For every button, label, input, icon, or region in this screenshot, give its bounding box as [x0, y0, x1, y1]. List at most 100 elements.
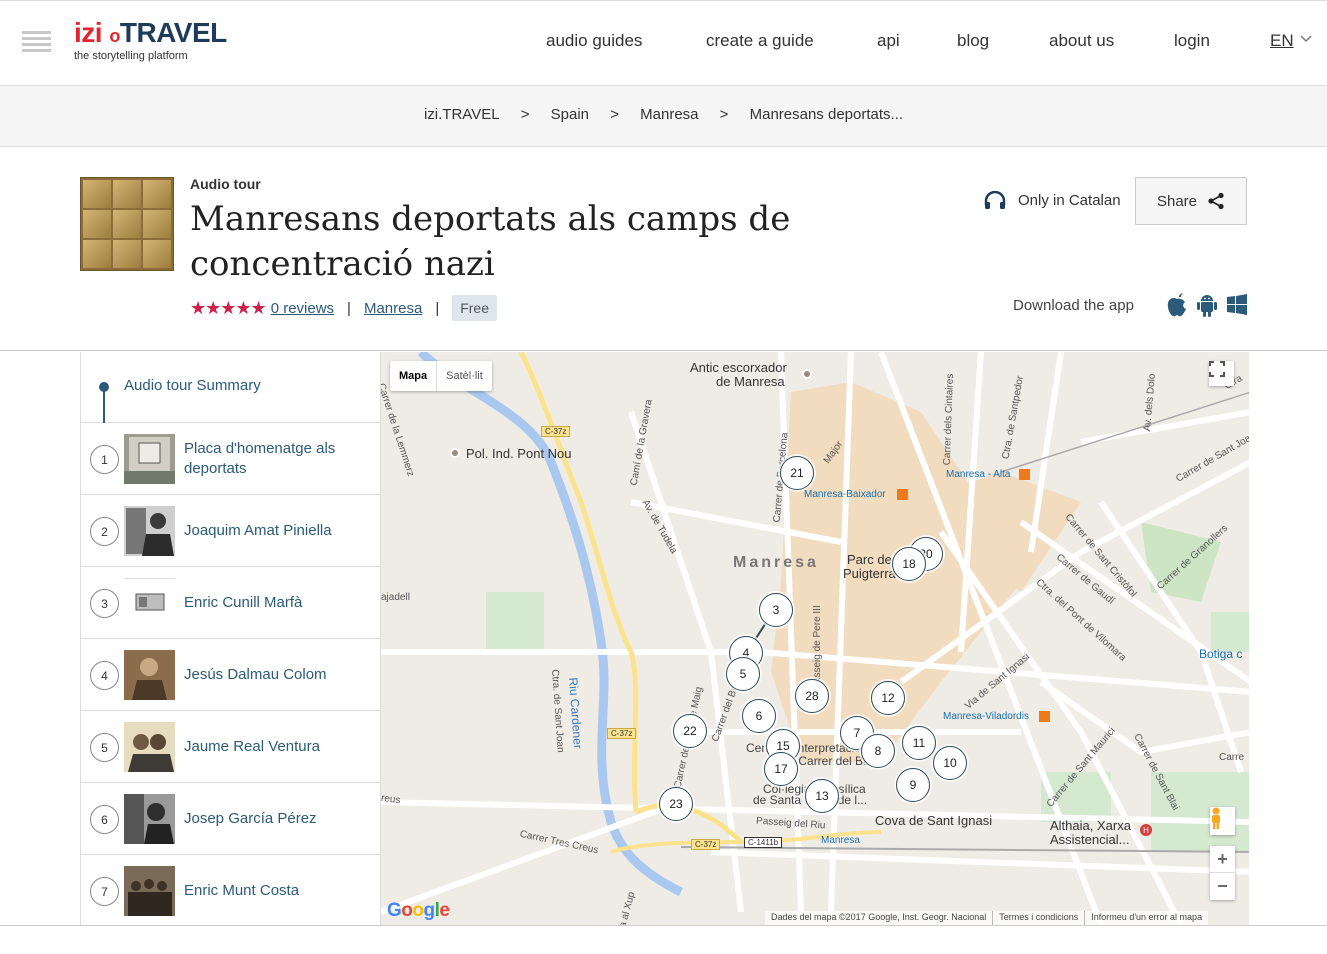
tour-marker-23[interactable]: 23	[659, 787, 693, 821]
language-selector[interactable]: EN	[1270, 31, 1294, 51]
download-app-label: Download the app	[1013, 297, 1134, 314]
apple-icon[interactable]	[1166, 293, 1188, 317]
road-shield: C-1411b	[744, 837, 783, 848]
tour-marker-22[interactable]: 22	[673, 714, 707, 748]
tour-marker-8[interactable]: 8	[861, 734, 895, 768]
rating-stars: ★★★★★	[190, 297, 267, 318]
tour-marker-21[interactable]: 21	[780, 456, 814, 490]
hospital-icon[interactable]: H	[1140, 824, 1152, 836]
nav-api[interactable]: api	[877, 31, 900, 51]
tour-type-label: Audio tour	[190, 176, 261, 192]
price-badge: Free	[452, 295, 498, 321]
izi-travel-logo[interactable]: izi oTRAVEL the storytelling platform	[74, 17, 227, 62]
audio-tour-summary-item[interactable]: Audio tour Summary	[81, 352, 380, 423]
tour-header: Audio tour Manresans deportats als camps…	[0, 147, 1327, 351]
map-label-baixador: Manresa-Baixador	[804, 489, 886, 500]
logo-travel-text: TRAVEL	[119, 17, 227, 48]
map-label-alta: Manresa - Alta	[946, 469, 1011, 480]
tour-marker-28[interactable]: 28	[795, 679, 829, 713]
tour-stop-3[interactable]: 3 Enric Cunill Marfà	[81, 567, 380, 639]
breadcrumb-separator: >	[520, 106, 530, 123]
stop-label: Jaume Real Ventura	[184, 738, 320, 755]
breadcrumb-bar: izi.TRAVEL > Spain > Manresa > Manresans…	[0, 86, 1327, 147]
map-label-jadell: ajadell	[381, 592, 410, 603]
tour-stop-6[interactable]: 6 Josep García Pérez	[81, 783, 380, 855]
fullscreen-icon[interactable]	[1209, 361, 1234, 386]
train-station-icon[interactable]	[1019, 469, 1030, 480]
tour-stops-sidebar: Audio tour Summary 1 Placa d'homenatge a…	[80, 352, 381, 925]
stop-number: 6	[90, 805, 119, 834]
share-button[interactable]: Share	[1135, 177, 1247, 225]
map-label-pol: Pol. Ind. Pont Nou	[466, 446, 572, 461]
tour-marker-11[interactable]: 11	[902, 726, 936, 760]
tour-stop-1[interactable]: 1 Placa d'homenatge als deportats	[81, 423, 380, 495]
nav-audio-guides[interactable]: audio guides	[546, 31, 642, 51]
city-link[interactable]: Manresa	[364, 300, 422, 317]
stop-label: Enric Munt Costa	[184, 882, 300, 899]
tour-stop-5[interactable]: 5 Jaume Real Ventura	[81, 711, 380, 783]
tour-stop-2[interactable]: 2 Joaquim Amat Piniella	[81, 495, 380, 567]
nav-about-us[interactable]: about us	[1049, 31, 1114, 51]
poi-marker[interactable]	[802, 369, 812, 379]
nav-login[interactable]: login	[1174, 31, 1210, 51]
menu-icon[interactable]	[22, 31, 51, 53]
map-label-pere: Passeig de Pere III	[811, 605, 823, 690]
tour-marker-10[interactable]: 10	[933, 746, 967, 780]
breadcrumb-item-manresa[interactable]: Manresa	[640, 106, 698, 123]
windows-icon[interactable]	[1226, 293, 1248, 317]
breadcrumb-item-izi-travel[interactable]: izi.TRAVEL	[424, 106, 500, 123]
nav-blog[interactable]: blog	[957, 31, 989, 51]
tour-marker-3[interactable]: 3	[759, 593, 793, 627]
report-error-link[interactable]: Informeu d'un error al mapa	[1084, 911, 1208, 925]
headphones-icon	[984, 191, 1006, 209]
tour-marker-6[interactable]: 6	[742, 699, 776, 733]
stop-number: 5	[90, 733, 119, 762]
tour-marker-5[interactable]: 5	[726, 657, 760, 691]
zoom-in-button[interactable]: +	[1210, 846, 1235, 873]
map-label-antic: Antic escorxador	[690, 360, 787, 375]
stop-thumbnail	[124, 722, 175, 772]
tour-marker-12[interactable]: 12	[871, 681, 905, 715]
tour-stop-4[interactable]: 4 Jesús Dalmau Colom	[81, 639, 380, 711]
map-label-antic2: de Manresa	[716, 374, 785, 389]
stop-label: Joaquim Amat Piniella	[184, 522, 332, 539]
summary-label: Audio tour Summary	[124, 377, 261, 394]
stop-thumbnail	[124, 794, 175, 844]
poi-marker[interactable]	[450, 448, 460, 458]
map-type-map-button[interactable]: Mapa	[390, 361, 436, 391]
map-label-parc: Parc de	[847, 552, 892, 567]
breadcrumb-item-spain[interactable]: Spain	[551, 106, 589, 123]
nav-create-a-guide[interactable]: create a guide	[706, 31, 814, 51]
stop-label: Jesús Dalmau Colom	[184, 666, 327, 683]
map-label-station: Manresa	[821, 835, 860, 846]
tour-marker-17[interactable]: 17	[764, 752, 798, 786]
train-station-icon[interactable]	[1039, 711, 1050, 722]
map-type-satellite-button[interactable]: Satèl·lit	[436, 361, 492, 391]
tour-map[interactable]: C-37z C-37z C-37z C-1411b Manresa Antic …	[381, 352, 1249, 925]
top-navigation-bar: izi oTRAVEL the storytelling platform au…	[0, 0, 1327, 86]
zoom-out-button[interactable]: −	[1210, 873, 1235, 900]
train-station-icon[interactable]	[897, 489, 908, 500]
tour-marker-18[interactable]: 18	[892, 547, 926, 581]
road-shield: C-37z	[691, 839, 721, 850]
tour-cover-image	[80, 177, 174, 271]
tour-stop-7[interactable]: 7 Enric Munt Costa	[81, 855, 380, 925]
tour-meta: ★★★★★ 0 reviews | Manresa | Free	[190, 295, 498, 321]
map-label-viladordis: Manresa-Viladordis	[943, 711, 1029, 722]
stop-number: 7	[90, 877, 119, 906]
map-label-parc2: Puigterra	[843, 566, 896, 581]
chevron-down-icon[interactable]	[1300, 32, 1312, 46]
android-icon[interactable]	[1196, 293, 1218, 317]
tour-marker-13[interactable]: 13	[805, 779, 839, 813]
road-shield: C-37z	[541, 426, 571, 437]
meta-divider: |	[347, 299, 351, 317]
terms-link[interactable]: Termes i condicions	[992, 911, 1084, 925]
tour-marker-9[interactable]: 9	[896, 768, 930, 802]
breadcrumb: izi.TRAVEL > Spain > Manresa > Manresans…	[0, 106, 1327, 123]
stop-number: 4	[90, 661, 119, 690]
map-label-althaia: Althaia, Xarxa	[1050, 818, 1131, 833]
street-view-pegman-icon[interactable]	[1210, 807, 1235, 835]
stop-number: 3	[90, 589, 119, 618]
map-label-althaia2: Assistencial...	[1050, 832, 1130, 847]
reviews-link[interactable]: 0 reviews	[271, 300, 334, 317]
